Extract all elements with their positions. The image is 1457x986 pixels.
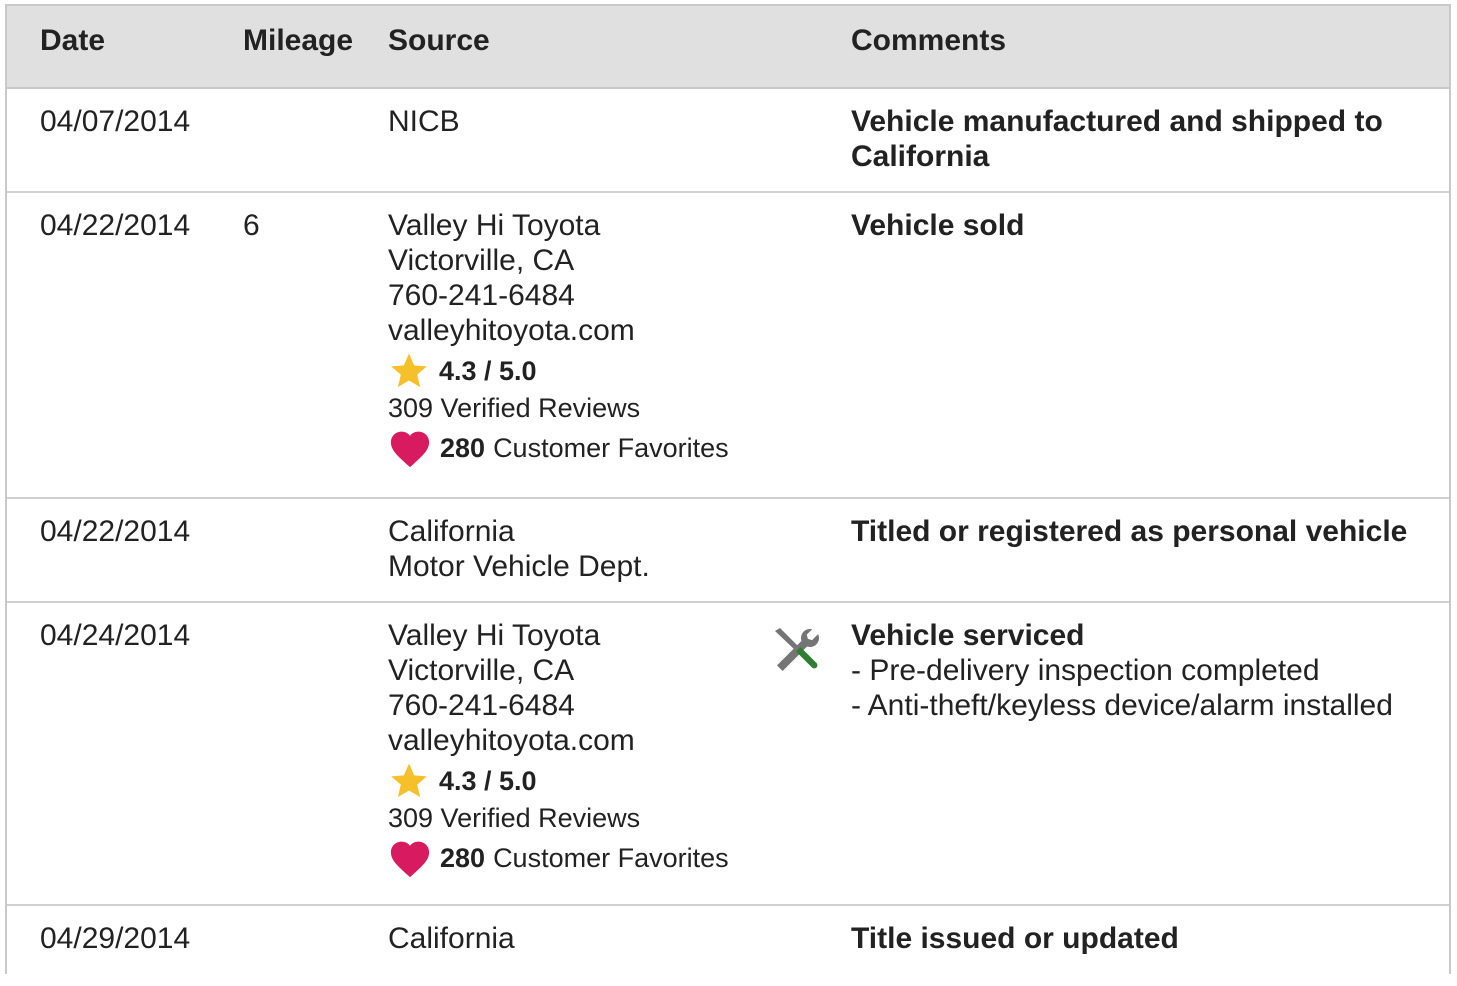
row-mileage: 6 (243, 209, 260, 242)
source-line: NICB (388, 105, 460, 138)
row-comment-title: Vehicle serviced (851, 619, 1085, 652)
comment-item: - Anti-theft/keyless device/alarm instal… (851, 689, 1393, 722)
vehicle-history-table: Date Mileage Source Comments 04/07/2014 … (5, 4, 1451, 974)
star-icon (391, 763, 427, 798)
comment-item: - Pre-delivery inspection completed (851, 654, 1320, 687)
dealer-name: Valley Hi Toyota (388, 619, 601, 652)
dealer-rating: 4.3 / 5.0 (388, 762, 729, 800)
dealer-rating: 4.3 / 5.0 (388, 352, 729, 390)
column-header-comments: Comments (851, 24, 1007, 57)
dealer-name: Valley Hi Toyota (388, 209, 601, 242)
rating-value: 4.3 / 5.0 (439, 765, 537, 796)
row-source: NICB (388, 104, 460, 139)
row-source: California (388, 921, 515, 956)
row-source: California Motor Vehicle Dept. (388, 514, 650, 584)
dealer-website-link[interactable]: valleyhitoyota.com (388, 313, 729, 348)
row-date: 04/07/2014 (40, 105, 191, 138)
table-row: 04/29/2014 California Title issued or up… (7, 906, 1449, 986)
table-row: 04/24/2014 Valley Hi Toyota Victorville,… (7, 603, 1449, 906)
customer-favorites: 280 Customer Favorites (388, 836, 729, 880)
row-comment-title: Vehicle manufactured and shipped to Cali… (851, 105, 1383, 173)
source-line: California (388, 922, 515, 955)
row-date: 04/29/2014 (40, 922, 191, 955)
table-row: 04/22/2014 6 Valley Hi Toyota Victorvill… (7, 193, 1449, 499)
row-date: 04/22/2014 (40, 209, 191, 242)
rating-value: 4.3 / 5.0 (439, 355, 537, 386)
favorites-count: 280 (440, 842, 486, 873)
row-comment-title: Vehicle sold (851, 209, 1025, 242)
row-comment-title: Titled or registered as personal vehicle (851, 515, 1408, 548)
column-header-date: Date (40, 24, 106, 57)
column-header-mileage: Mileage (243, 24, 354, 57)
favorites-label: Customer Favorites (493, 432, 729, 463)
source-line: California (388, 515, 515, 548)
dealer-location: Victorville, CA (388, 654, 575, 687)
table-header: Date Mileage Source Comments (7, 6, 1449, 89)
row-date: 04/22/2014 (40, 515, 191, 548)
customer-favorites: 280 Customer Favorites (388, 426, 729, 470)
dealer-phone[interactable]: 760-241-6484 (388, 688, 729, 723)
row-date: 04/24/2014 (40, 619, 191, 652)
favorites-count: 280 (440, 432, 486, 463)
heart-icon (390, 841, 430, 878)
favorites-label: Customer Favorites (493, 842, 729, 873)
service-tools-icon (775, 628, 819, 671)
table-row: 04/22/2014 California Motor Vehicle Dept… (7, 499, 1449, 603)
dealer-website-link[interactable]: valleyhitoyota.com (388, 723, 729, 758)
dealer-location: Victorville, CA (388, 244, 575, 277)
verified-reviews-link[interactable]: 309 Verified Reviews (388, 390, 729, 426)
row-comments: Vehicle serviced - Pre-delivery inspecti… (851, 618, 1431, 723)
comment-item-text: Pre-delivery inspection completed (869, 654, 1320, 687)
star-icon (391, 353, 427, 388)
comment-item-text: Anti-theft/keyless device/alarm installe… (867, 689, 1393, 722)
verified-reviews-link[interactable]: 309 Verified Reviews (388, 800, 729, 836)
table-row: 04/07/2014 NICB Vehicle manufactured and… (7, 89, 1449, 193)
heart-icon (390, 431, 430, 468)
row-source: Valley Hi Toyota Victorville, CA 760-241… (388, 208, 729, 470)
column-header-source: Source (388, 24, 490, 57)
row-source: Valley Hi Toyota Victorville, CA 760-241… (388, 618, 729, 880)
dealer-phone[interactable]: 760-241-6484 (388, 278, 729, 313)
row-comment-title: Title issued or updated (851, 922, 1179, 955)
source-line: Motor Vehicle Dept. (388, 550, 650, 583)
